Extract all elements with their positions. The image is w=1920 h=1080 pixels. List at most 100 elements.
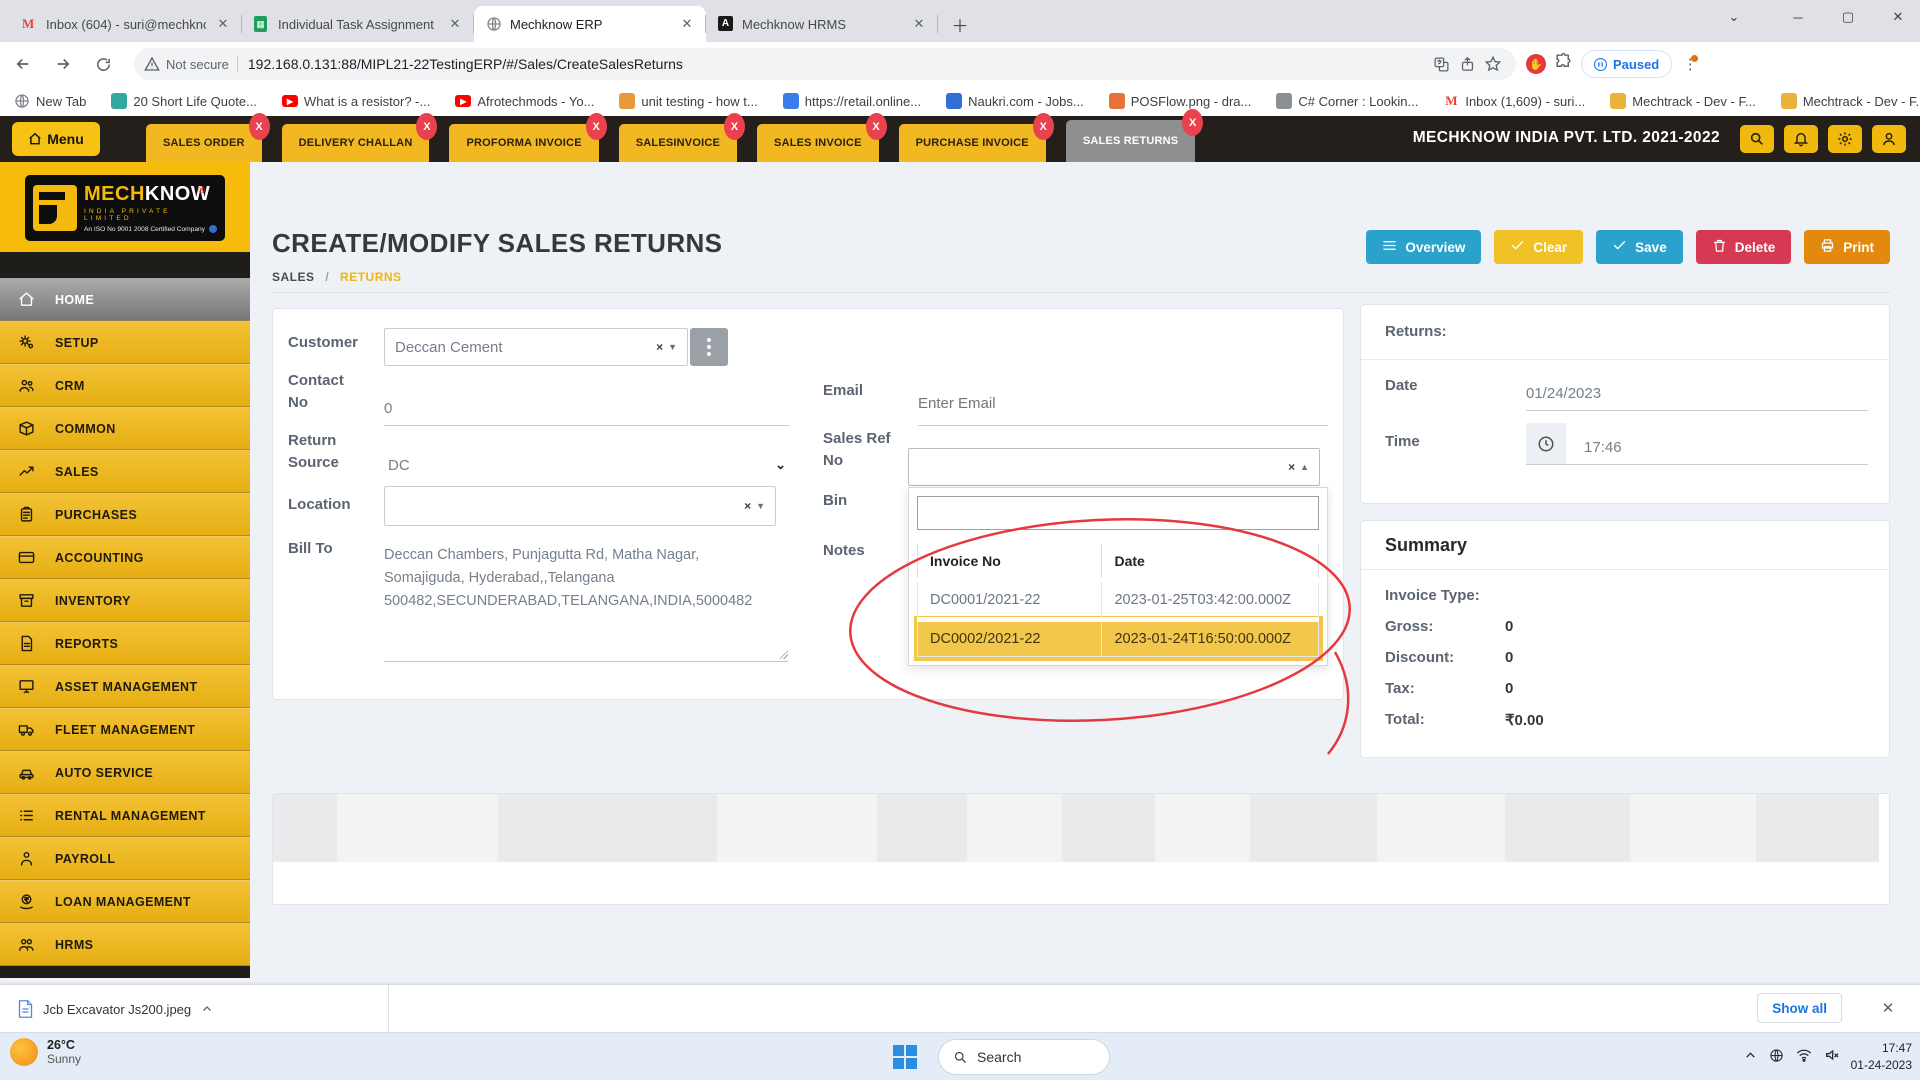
sidebar-item[interactable]: ASSET MANAGEMENT — [0, 665, 250, 708]
bell-icon[interactable] — [1784, 125, 1818, 153]
translate-icon[interactable] — [1428, 51, 1454, 77]
taskbar-app-icon[interactable] — [1533, 1041, 1563, 1071]
taskbar-clock[interactable]: 17:47 01-24-2023 — [1851, 1040, 1912, 1074]
line-items-column-header[interactable] — [1505, 794, 1630, 862]
back-icon[interactable] — [6, 47, 40, 81]
bookmark-item[interactable]: ▶ What is a resistor? -... — [282, 93, 430, 109]
show-all-button[interactable]: Show all — [1757, 993, 1842, 1023]
customer-options-kebab-button[interactable] — [690, 328, 728, 366]
taskbar-app-icon[interactable] — [1570, 1041, 1600, 1071]
sidebar-item[interactable]: CRM — [0, 364, 250, 407]
sidebar-item[interactable]: SETUP — [0, 321, 250, 364]
search-icon[interactable] — [1740, 125, 1774, 153]
taskbar-app-icon[interactable] — [1385, 1041, 1415, 1071]
bookmark-item[interactable]: M Inbox (1,609) - suri... — [1443, 93, 1585, 109]
tab-close-icon[interactable]: ✕ — [214, 15, 232, 33]
erp-module-tab[interactable]: SALESINVOICE X — [619, 124, 737, 162]
tab-close-badge[interactable]: X — [1033, 113, 1054, 140]
gear-icon[interactable] — [1828, 125, 1862, 153]
sidebar-item[interactable]: INVENTORY — [0, 579, 250, 622]
breadcrumb-sales[interactable]: SALES — [272, 270, 315, 284]
tab-close-badge[interactable]: X — [586, 113, 607, 140]
erp-module-tab[interactable]: DELIVERY CHALLAN X — [282, 124, 430, 162]
clock-icon[interactable] — [1526, 423, 1566, 465]
network-icon[interactable] — [1769, 1048, 1784, 1068]
line-items-column-header[interactable] — [498, 794, 717, 862]
volume-mute-icon[interactable] — [1824, 1047, 1840, 1068]
clear-x-icon[interactable]: × — [744, 499, 751, 513]
sidebar-item[interactable]: RENTAL MANAGEMENT — [0, 794, 250, 837]
email-input[interactable] — [918, 390, 1328, 426]
action-button[interactable]: Overview — [1366, 230, 1481, 264]
address-bar[interactable]: Not secure 192.168.0.131:88/MIPL21-22Tes… — [134, 48, 1516, 80]
taskbar-search[interactable]: Search — [938, 1039, 1110, 1075]
browser-tab[interactable]: M Inbox (604) - suri@mechknowsof ✕ — [10, 6, 242, 42]
taskbar-app-icon[interactable] — [1200, 1041, 1230, 1071]
sidebar-item[interactable]: HRMS — [0, 923, 250, 966]
download-bar-close-icon[interactable]: ✕ — [1874, 994, 1902, 1022]
browser-tab[interactable]: A Mechknow HRMS ✕ — [706, 6, 938, 42]
bookmark-item[interactable]: Mechtrack - Dev - F... — [1781, 93, 1920, 109]
bookmark-item[interactable]: Naukri.com - Jobs... — [946, 93, 1084, 109]
line-items-column-header[interactable] — [1062, 794, 1155, 862]
share-icon[interactable] — [1454, 51, 1480, 77]
window-maximize-button[interactable]: ▢ — [1826, 0, 1870, 34]
invoice-option-row[interactable]: DC0002/2021-22 2023-01-24T16:50:00.000Z — [918, 620, 1319, 657]
taskbar-app-icon[interactable] — [1681, 1041, 1711, 1071]
clear-x-icon[interactable]: × — [656, 340, 663, 354]
date-input[interactable]: 01/24/2023 — [1526, 367, 1868, 411]
location-select[interactable]: × ▼ — [384, 486, 776, 526]
taskbar-app-icon[interactable] — [1274, 1041, 1304, 1071]
taskbar-app-icon[interactable] — [1644, 1041, 1674, 1071]
tab-close-badge[interactable]: X — [1182, 109, 1203, 136]
clear-x-icon[interactable]: × — [1288, 460, 1295, 474]
bookmark-item[interactable]: Mechtrack - Dev - F... — [1610, 93, 1756, 109]
line-items-column-header[interactable] — [337, 794, 498, 862]
contact-no-input[interactable]: 0 — [384, 386, 790, 426]
tab-close-icon[interactable]: ✕ — [910, 15, 928, 33]
line-items-column-header[interactable] — [1756, 794, 1879, 862]
erp-module-tab[interactable]: PROFORMA INVOICE X — [449, 124, 598, 162]
mechknow-logo[interactable]: MECHKNOW INDIA PRIVATE LIMITED An ISO No… — [25, 175, 225, 241]
tab-close-badge[interactable]: X — [724, 113, 745, 140]
tray-chevron-up-icon[interactable] — [1744, 1049, 1757, 1067]
bookmark-item[interactable]: ▶ Afrotechmods - Yo... — [455, 93, 594, 109]
browser-menu-kebab-icon[interactable]: ⋮ — [1680, 55, 1700, 73]
browser-tab[interactable]: Mechknow ERP ✕ — [474, 6, 706, 42]
bill-to-textarea[interactable]: Deccan Chambers, Punjagutta Rd, Matha Na… — [384, 544, 788, 662]
sales-ref-no-select[interactable]: × ▲ — [908, 448, 1320, 486]
user-icon[interactable] — [1872, 125, 1906, 153]
action-button[interactable]: Clear — [1494, 230, 1583, 264]
line-items-column-header[interactable] — [1250, 794, 1377, 862]
adblock-extension-icon[interactable]: ✋ — [1526, 54, 1546, 74]
window-minimize-button[interactable]: ─ — [1776, 0, 1820, 34]
action-button[interactable]: Delete — [1696, 230, 1792, 264]
sidebar-item[interactable]: COMMON — [0, 407, 250, 450]
taskbar-app-icon[interactable] — [1459, 1041, 1489, 1071]
tab-close-badge[interactable]: X — [866, 113, 887, 140]
line-items-column-header[interactable] — [717, 794, 877, 862]
invoice-option-row[interactable]: DC0001/2021-22 2023-01-25T03:42:00.000Z — [918, 581, 1319, 620]
sync-paused-button[interactable]: Paused — [1581, 50, 1672, 78]
line-items-column-header[interactable] — [1630, 794, 1756, 862]
sidebar-item[interactable]: PAYROLL — [0, 837, 250, 880]
return-source-select[interactable]: DC ⌄ — [384, 446, 790, 484]
line-items-column-header[interactable] — [1155, 794, 1250, 862]
weather-widget[interactable]: 26°C Sunny — [10, 1038, 81, 1066]
bookmark-item[interactable]: 20 Short Life Quote... — [111, 93, 257, 109]
taskbar-app-icon[interactable] — [1422, 1041, 1452, 1071]
tab-search-chevron-icon[interactable]: ⌄ — [1712, 0, 1756, 34]
customer-select[interactable]: Deccan Cement × ▼ — [384, 328, 688, 366]
action-button[interactable]: Print — [1804, 230, 1890, 264]
bookmark-item[interactable]: POSFlow.png - dra... — [1109, 93, 1252, 109]
taskbar-app-icon[interactable] — [1237, 1041, 1267, 1071]
tab-close-badge[interactable]: X — [249, 113, 270, 140]
bookmark-item[interactable]: C# Corner : Lookin... — [1276, 93, 1418, 109]
line-items-column-header[interactable] — [273, 794, 337, 862]
erp-module-tab[interactable]: PURCHASE INVOICE X — [899, 124, 1046, 162]
tab-close-badge[interactable]: X — [416, 113, 437, 140]
taskbar-app-icon[interactable] — [1311, 1041, 1341, 1071]
taskbar-app-icon[interactable] — [1496, 1041, 1526, 1071]
invoice-search-input[interactable] — [917, 496, 1319, 530]
bookmark-star-icon[interactable] — [1480, 51, 1506, 77]
